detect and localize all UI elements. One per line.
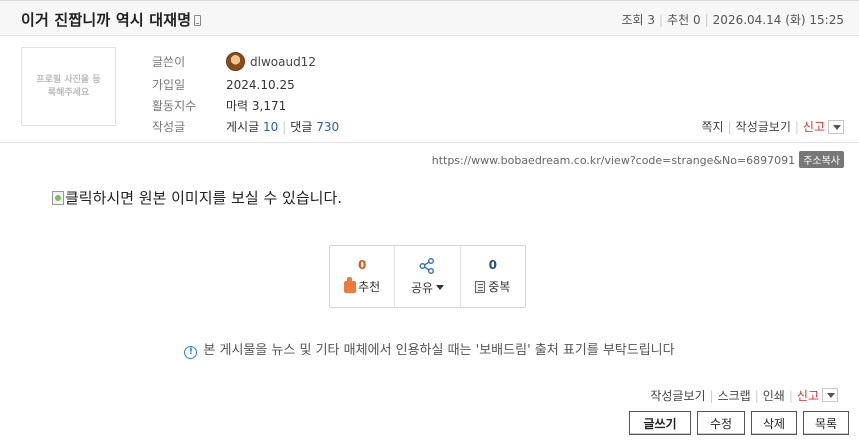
bottom-dropdown-icon[interactable]: [822, 388, 838, 402]
recommend-button[interactable]: 0 추천: [330, 246, 396, 307]
duplicate-button[interactable]: 0 중복: [461, 246, 525, 307]
posts-row: 작성글 게시글 10 | 댓글 730: [152, 120, 340, 134]
bottom-report-link[interactable]: 신고: [797, 389, 819, 403]
mobile-icon: [194, 15, 202, 26]
profile-photo-text: 프로필 사진을 등록해주세요: [36, 74, 101, 98]
avatar[interactable]: [226, 52, 245, 71]
activity-row: 활동지수 마력 3,171: [152, 97, 286, 114]
list-button[interactable]: 목록: [803, 411, 849, 435]
comments-prefix: 댓글: [290, 120, 313, 134]
profile-actions: 쪽지 | 작성글보기 | 신고: [702, 118, 844, 135]
comments-count-link[interactable]: 730: [316, 120, 339, 134]
author-row: 글쓴이 dlwoaud12: [152, 52, 316, 71]
action-buttons: 글쓰기 수정 삭제 목록: [629, 411, 849, 435]
view-count: 조회 3: [621, 13, 656, 27]
share-label: 공유: [410, 281, 434, 295]
delete-button[interactable]: 삭제: [751, 411, 797, 435]
bottom-actions: 작성글보기 | 스크랩 | 인쇄 | 신고: [650, 387, 838, 404]
profile-photo-placeholder: 프로필 사진을 등록해주세요: [21, 47, 116, 126]
write-button[interactable]: 글쓰기: [629, 411, 691, 435]
share-icon: [419, 258, 435, 274]
post-image[interactable]: 클릭하시면 원본 이미지를 보실 수 있습니다.: [52, 187, 342, 208]
citation-notice-text: 본 게시물을 뉴스 및 기타 매체에서 인용하실 때는 '보배드림' 출처 표기…: [203, 343, 675, 358]
vote-box: 0 추천 공유 0 중복: [329, 245, 526, 308]
message-link[interactable]: 쪽지: [702, 120, 724, 134]
report-link[interactable]: 신고: [803, 120, 825, 134]
url-row: https://www.bobaedream.co.kr/view?code=s…: [432, 151, 844, 168]
activity-value: 마력 3,171: [226, 99, 287, 113]
post-header: 이거 진짭니까 역시 대재명 조회 3 | 추천 0 | 2026.04.14 (화) …: [0, 0, 859, 36]
posts-count-link[interactable]: 10: [263, 120, 278, 134]
edit-button[interactable]: 수정: [697, 411, 745, 435]
copy-url-button[interactable]: 주소복사: [799, 151, 844, 168]
post-datetime: 2026.04.14 (화) 15:25: [712, 13, 844, 27]
joined-row: 가입일 2024.10.25: [152, 76, 295, 93]
recommend-label: 추천: [358, 280, 381, 294]
view-posts-link[interactable]: 작성글보기: [736, 120, 791, 134]
chevron-down-icon: [436, 285, 445, 290]
posts-label: 작성글: [152, 120, 186, 134]
posts-prefix: 게시글: [226, 120, 260, 134]
joined-label: 가입일: [152, 78, 186, 92]
joined-value: 2024.10.25: [226, 78, 295, 92]
scrap-link[interactable]: 스크랩: [718, 389, 751, 403]
recommend-count: 추천 0: [667, 13, 701, 27]
duplicate-icon: [475, 280, 486, 293]
author-profile: 프로필 사진을 등록해주세요 글쓴이 dlwoaud12 가입일 2024.10.2…: [0, 36, 859, 143]
citation-notice: ! 본 게시물을 뉴스 및 기타 매체에서 인용하실 때는 '보배드림' 출처 표…: [0, 339, 859, 359]
print-link[interactable]: 인쇄: [763, 389, 785, 403]
bottom-view-posts-link[interactable]: 작성글보기: [650, 389, 705, 403]
thumbs-up-icon: [344, 276, 357, 293]
post-image-alt: 클릭하시면 원본 이미지를 보실 수 있습니다.: [65, 189, 343, 207]
recommend-count-value: 0: [357, 258, 367, 272]
author-label: 글쓴이: [152, 55, 186, 69]
post-title: 이거 진짭니까 역시 대재명: [21, 9, 202, 30]
author-nick[interactable]: dlwoaud12: [250, 55, 316, 69]
info-icon: !: [184, 346, 198, 359]
share-button[interactable]: 공유: [395, 246, 461, 307]
broken-image-icon: [52, 191, 64, 205]
duplicate-count-value: 0: [488, 258, 497, 272]
post-url: https://www.bobaedream.co.kr/view?code=s…: [431, 154, 796, 167]
duplicate-label: 중복: [488, 280, 511, 294]
activity-label: 활동지수: [152, 99, 197, 113]
dropdown-icon[interactable]: [828, 120, 844, 134]
post-title-text: 이거 진짭니까 역시 대재명: [21, 11, 192, 29]
post-meta: 조회 3 | 추천 0 | 2026.04.14 (화) 15:25: [621, 13, 844, 27]
